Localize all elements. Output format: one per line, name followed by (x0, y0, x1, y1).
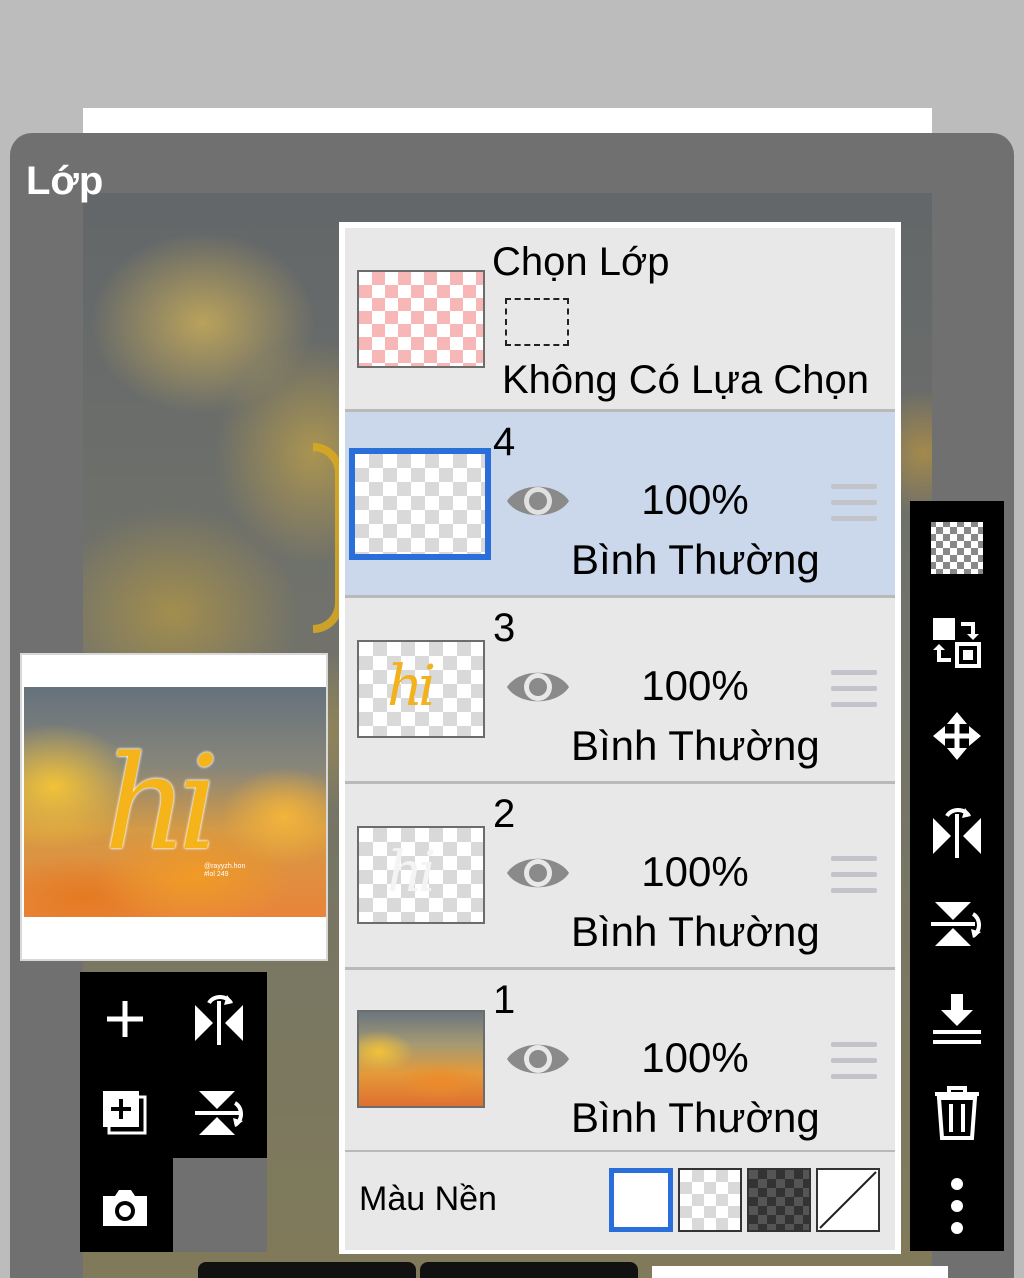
trash-icon[interactable] (922, 1077, 992, 1147)
visibility-eye-icon[interactable] (505, 1034, 571, 1084)
add-copy-layer-icon[interactable] (90, 1078, 160, 1148)
layer-thumbnail (349, 448, 491, 560)
transparency-checker-icon[interactable] (922, 513, 992, 583)
right-toolbar (910, 501, 1004, 1251)
layer-row[interactable]: 1 100% Bình Thường (345, 970, 895, 1150)
visibility-eye-icon[interactable] (505, 662, 571, 712)
swap-layers-icon[interactable] (922, 607, 992, 677)
layer-number: 2 (493, 792, 516, 836)
flip-vertical-icon[interactable] (922, 889, 992, 959)
layer-row[interactable]: hi 3 100% Bình Thường (345, 598, 895, 781)
layer-thumbnail: hi (357, 640, 485, 738)
layer-thumbnail: hi (357, 826, 485, 924)
layer-thumbnail (357, 1010, 485, 1108)
drag-handle-icon[interactable] (831, 484, 877, 524)
left-toolbar (80, 972, 267, 1252)
layer-opacity[interactable]: 100% (615, 476, 775, 524)
selection-title: Chọn Lớp (492, 240, 670, 284)
selection-marquee-icon (505, 298, 569, 346)
layer-row[interactable]: 4 100% Bình Thường (345, 412, 895, 595)
bottom-tab[interactable] (420, 1262, 638, 1278)
bottom-input[interactable] (652, 1266, 948, 1278)
drag-handle-icon[interactable] (831, 1042, 877, 1082)
move-icon[interactable] (922, 701, 992, 771)
layer-list: Chọn Lớp Không Có Lựa Chọn 4 100% Bình T… (339, 222, 901, 1254)
thumbnail-lettering: hi (387, 840, 436, 905)
selection-thumbnail (357, 270, 485, 368)
preview-image: hi @rayyzh.hon #lol 249 (24, 687, 326, 917)
thumbnail-lettering: hi (387, 654, 436, 719)
drag-handle-icon[interactable] (831, 856, 877, 896)
layer-number: 3 (493, 606, 516, 650)
add-layer-icon[interactable] (90, 984, 160, 1054)
drag-handle-icon[interactable] (831, 670, 877, 710)
camera-icon[interactable] (90, 1172, 160, 1242)
selection-layer-row[interactable]: Chọn Lớp Không Có Lựa Chọn (345, 228, 895, 411)
layer-blend-mode[interactable]: Bình Thường (571, 908, 820, 956)
preview-lettering: hi (104, 727, 219, 879)
layer-opacity[interactable]: 100% (615, 662, 775, 710)
swatch-dark-checker[interactable] (747, 1168, 811, 1232)
layer-blend-mode[interactable]: Bình Thường (571, 536, 820, 584)
preview-signature: @rayyzh.hon #lol 249 (204, 863, 246, 878)
visibility-eye-icon[interactable] (505, 476, 571, 526)
layer-number: 4 (493, 420, 516, 464)
background-color-row: Màu Nền (345, 1152, 895, 1250)
canvas-preview[interactable]: hi @rayyzh.hon #lol 249 (20, 653, 328, 961)
layer-row[interactable]: hi 2 100% Bình Thường (345, 784, 895, 967)
layer-opacity[interactable]: 100% (615, 848, 775, 896)
swatch-none[interactable] (816, 1168, 880, 1232)
panel-title: Lớp (26, 159, 104, 203)
more-icon[interactable] (922, 1171, 992, 1241)
swatch-transparent[interactable] (678, 1168, 742, 1232)
selection-status: Không Có Lựa Chọn (502, 358, 870, 402)
flip-horizontal-icon[interactable] (922, 795, 992, 865)
merge-down-icon[interactable] (922, 983, 992, 1053)
swatch-white[interactable] (609, 1168, 673, 1232)
background-color-label: Màu Nền (359, 1180, 497, 1218)
layer-blend-mode[interactable]: Bình Thường (571, 1094, 820, 1142)
bottom-tab[interactable] (198, 1262, 416, 1278)
layer-blend-mode[interactable]: Bình Thường (571, 722, 820, 770)
layer-opacity[interactable]: 100% (615, 1034, 775, 1082)
visibility-eye-icon[interactable] (505, 848, 571, 898)
flip-vertical-icon[interactable] (184, 1078, 254, 1148)
layer-number: 1 (493, 978, 516, 1022)
flip-horizontal-icon[interactable] (184, 984, 254, 1054)
